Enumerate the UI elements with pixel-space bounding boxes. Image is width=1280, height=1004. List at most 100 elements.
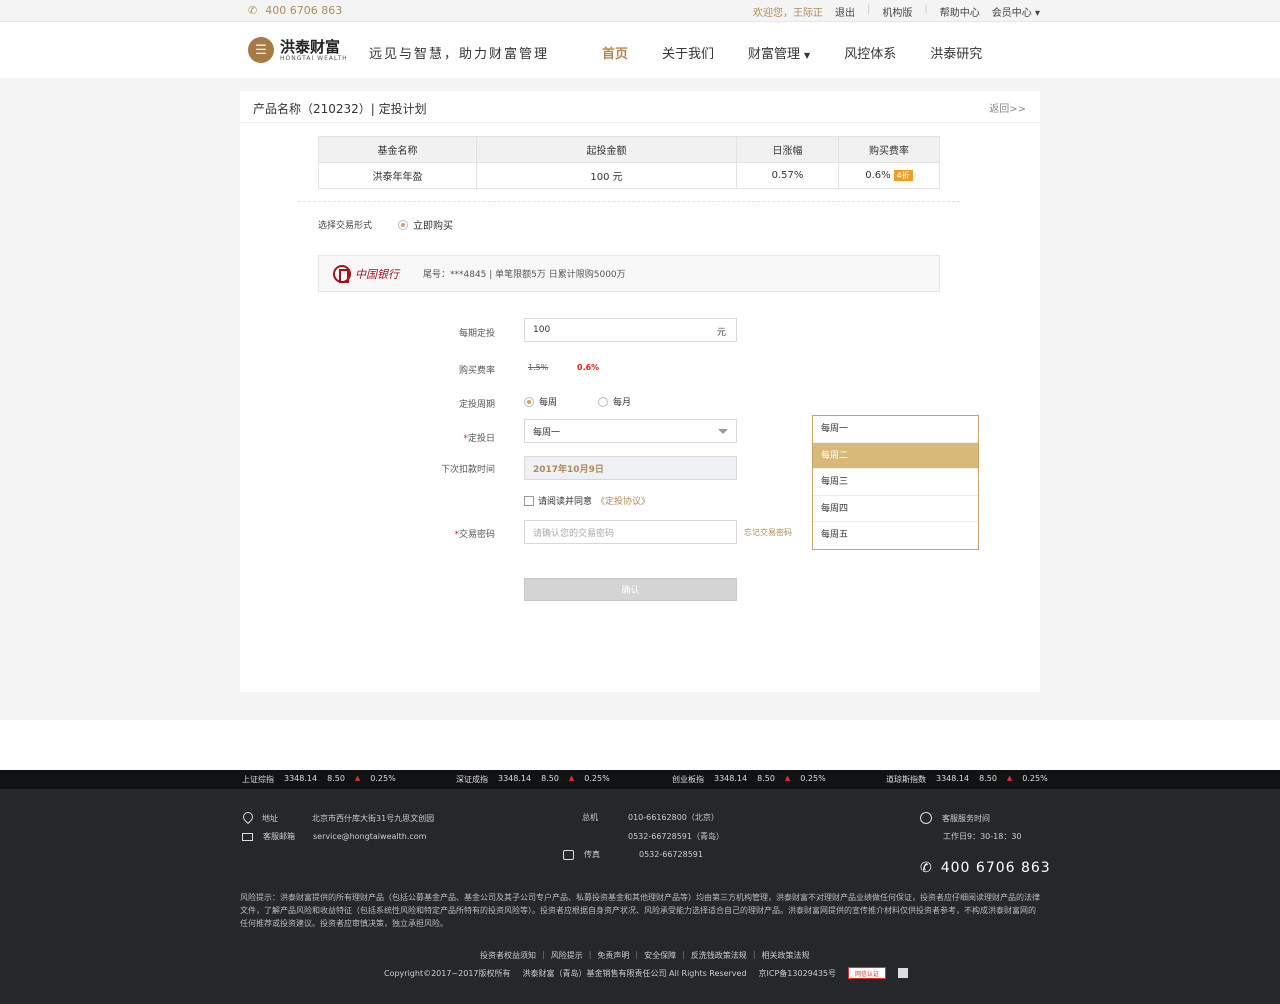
footer: 上证综指 3348.14 8.50 ▲ 0.25% 深证成指 3348.14 8… — [0, 770, 1280, 1004]
market-ticker: 上证综指 3348.14 8.50 ▲ 0.25% 深证成指 3348.14 8… — [0, 770, 1280, 789]
welcome-text: 欢迎您，王际正 — [753, 8, 824, 19]
location-pin-icon — [242, 812, 252, 824]
dropdown-item[interactable]: 每周二 — [813, 442, 978, 469]
logo-cn: 洪泰财富 — [280, 37, 341, 56]
nav-about[interactable]: 关于我们 — [662, 43, 714, 62]
ticker-name: 创业板指 — [672, 775, 704, 784]
ticker-change: 8.50 — [757, 774, 775, 783]
agreement-link[interactable]: 《定投协议》 — [596, 494, 650, 507]
footer-link[interactable]: 免责声明 — [597, 950, 629, 961]
caret-down-icon: ▼ — [804, 51, 811, 60]
next-debit-date: 2017年10月9日 — [533, 464, 604, 475]
plan-card: 产品名称（210232）| 定投计划 返回>> 基金名称 起投金额 日涨幅 购买… — [240, 91, 1040, 692]
risk-notice: 风险提示：洪泰财富提供的所有理财产品（包括公募基金产品、基金公司及其子公司专户产… — [240, 893, 1040, 928]
footer-service-hours: 客服服务时间 — [920, 812, 990, 824]
footer-service-time: 工作日9：30-18：30 — [943, 831, 1022, 842]
header: ☰ 洪泰财富 HONGTAI WEALTH 远见与智慧，助力财富管理 首页 关于… — [0, 22, 1280, 78]
footer-switchboard-qd: 0532-66728591（青岛） — [628, 831, 724, 842]
fund-name: 洪泰年年盈 — [318, 162, 477, 189]
radio-icon[interactable] — [598, 396, 608, 407]
service-hours: 工作日9：30-18：30 — [943, 832, 1022, 841]
period-weekly[interactable]: 每周 — [524, 395, 557, 408]
fee-label: 购买费率 — [458, 366, 495, 376]
table-header-row: 基金名称 起投金额 日涨幅 购买费率 — [318, 136, 940, 163]
fax-number: 0532-66728591 — [639, 850, 703, 859]
nav-wealth[interactable]: 财富管理 ▼ — [748, 43, 810, 62]
separator: | — [542, 950, 545, 959]
amount-label: 每期定投 — [458, 329, 495, 339]
headset-icon — [920, 812, 932, 824]
ticker-pct: 0.25% — [800, 774, 826, 783]
ticker-item: 道琼斯指数 3348.14 8.50 ▲ 0.25% — [886, 774, 1048, 785]
day-label-text: 定投日 — [467, 434, 495, 444]
member-center-link[interactable]: 会员中心 ▾ — [992, 4, 1040, 19]
nav-risk[interactable]: 风控体系 — [844, 43, 896, 62]
logo-mark-icon: ☰ — [248, 37, 274, 63]
table-row: 洪泰年年盈 100 元 0.57% 0.6% 4折 — [318, 162, 940, 189]
ticker-change: 8.50 — [979, 774, 997, 783]
help-link[interactable]: 帮助中心 — [940, 4, 980, 19]
dropdown-item[interactable]: 每周五 — [813, 522, 978, 549]
dropdown-item[interactable]: 每周四 — [813, 496, 978, 522]
address-label: 地址 — [262, 813, 278, 823]
fee-discounted: 0.6% — [577, 363, 600, 372]
footer-switchboard: 总机 010-66162800（北京） — [582, 812, 719, 823]
footer-email: 客服邮箱 service@hongtaiwealth.com — [242, 831, 426, 842]
agree-checkbox[interactable]: 请阅读并同意 《定投协议》 — [524, 494, 650, 507]
email-text[interactable]: service@hongtaiwealth.com — [313, 832, 426, 841]
amount-input[interactable]: 100 元 — [524, 318, 737, 342]
copyright-text: Copyright©2017~2017版权所有 — [384, 968, 511, 978]
footer-links: 投资者权益须知 | 风险提示 | 免责声明 | 安全保障 | 反洗钱政策法规 | 相关政策… — [480, 950, 810, 961]
trade-mode-option[interactable]: 立即购买 — [398, 217, 453, 232]
dropdown-item[interactable]: 每周三 — [813, 469, 978, 496]
amount-value: 100 — [533, 325, 551, 335]
icp-number[interactable]: 京ICP备13029435号 — [759, 968, 837, 979]
checkbox-icon[interactable] — [524, 495, 534, 506]
nav-wealth-label: 财富管理 — [748, 47, 801, 62]
bank-logo-icon — [333, 264, 351, 283]
fee-original: 1.5% — [528, 363, 549, 372]
separator: | — [682, 950, 685, 959]
logo[interactable]: ☰ 洪泰财富 HONGTAI WEALTH — [248, 37, 348, 63]
bank-info: 尾号：***4845 | 单笔限额5万 日累计限购5000万 — [423, 270, 626, 280]
period-monthly[interactable]: 每月 — [598, 395, 631, 408]
back-link[interactable]: 返回>> — [989, 100, 1026, 115]
password-input[interactable]: 请确认您的交易密码 — [524, 520, 737, 544]
table-header: 日涨幅 — [736, 136, 839, 163]
arrow-up-icon: ▲ — [568, 774, 575, 782]
forgot-password-link[interactable]: 忘记交易密码 — [744, 527, 792, 538]
trade-mode: 选择交易形式 立即购买 — [318, 217, 453, 232]
confirm-button[interactable]: 确认 — [524, 578, 737, 601]
footer-link[interactable]: 投资者权益须知 — [480, 950, 536, 961]
phone-icon: ✆ — [248, 4, 258, 17]
discount-badge: 4折 — [893, 170, 913, 181]
separator: | — [752, 950, 756, 959]
radio-selected-icon[interactable] — [398, 219, 409, 230]
institution-link[interactable]: 机构版 — [882, 4, 912, 19]
bank-card[interactable]: 中国银行 尾号：***4845 | 单笔限额5万 日累计限购5000万 — [318, 255, 940, 292]
logout-link[interactable]: 退出 — [835, 4, 855, 19]
footer-link[interactable]: 反洗钱政策法规 — [691, 950, 747, 961]
divider — [298, 201, 960, 202]
nav-home[interactable]: 首页 — [602, 43, 628, 62]
switchboard-beijing: 010-66162800（北京） — [628, 813, 719, 822]
nav-research[interactable]: 洪泰研究 — [930, 43, 982, 62]
ticker-value: 3348.14 — [936, 774, 970, 783]
radio-selected-icon[interactable] — [524, 396, 534, 407]
dropdown-item[interactable]: 每周一 — [813, 416, 978, 443]
top-bar: ✆ 400 6706 863 欢迎您，王际正 退出 | 机构版 | 帮助中心 会… — [0, 0, 1280, 22]
table-header: 基金名称 — [318, 136, 477, 163]
footer-link[interactable]: 安全保障 — [644, 950, 676, 961]
ticker-value: 3348.14 — [714, 774, 748, 783]
separator: | — [588, 950, 592, 959]
footer-link[interactable]: 相关政策法规 — [762, 950, 810, 961]
separator: | — [635, 950, 639, 959]
certification-badge[interactable]: 网信认证 — [848, 967, 887, 979]
day-select[interactable]: 每周一 — [524, 419, 737, 443]
day-dropdown: 每周一 每周二 每周三 每周四 每周五 — [812, 415, 979, 550]
bank-name: 中国银行 — [355, 267, 399, 281]
footer-link[interactable]: 风险提示 — [551, 950, 583, 961]
stats-icon[interactable] — [898, 968, 909, 978]
ticker-value: 3348.14 — [498, 774, 532, 783]
bank-logo: 中国银行 — [333, 264, 399, 283]
